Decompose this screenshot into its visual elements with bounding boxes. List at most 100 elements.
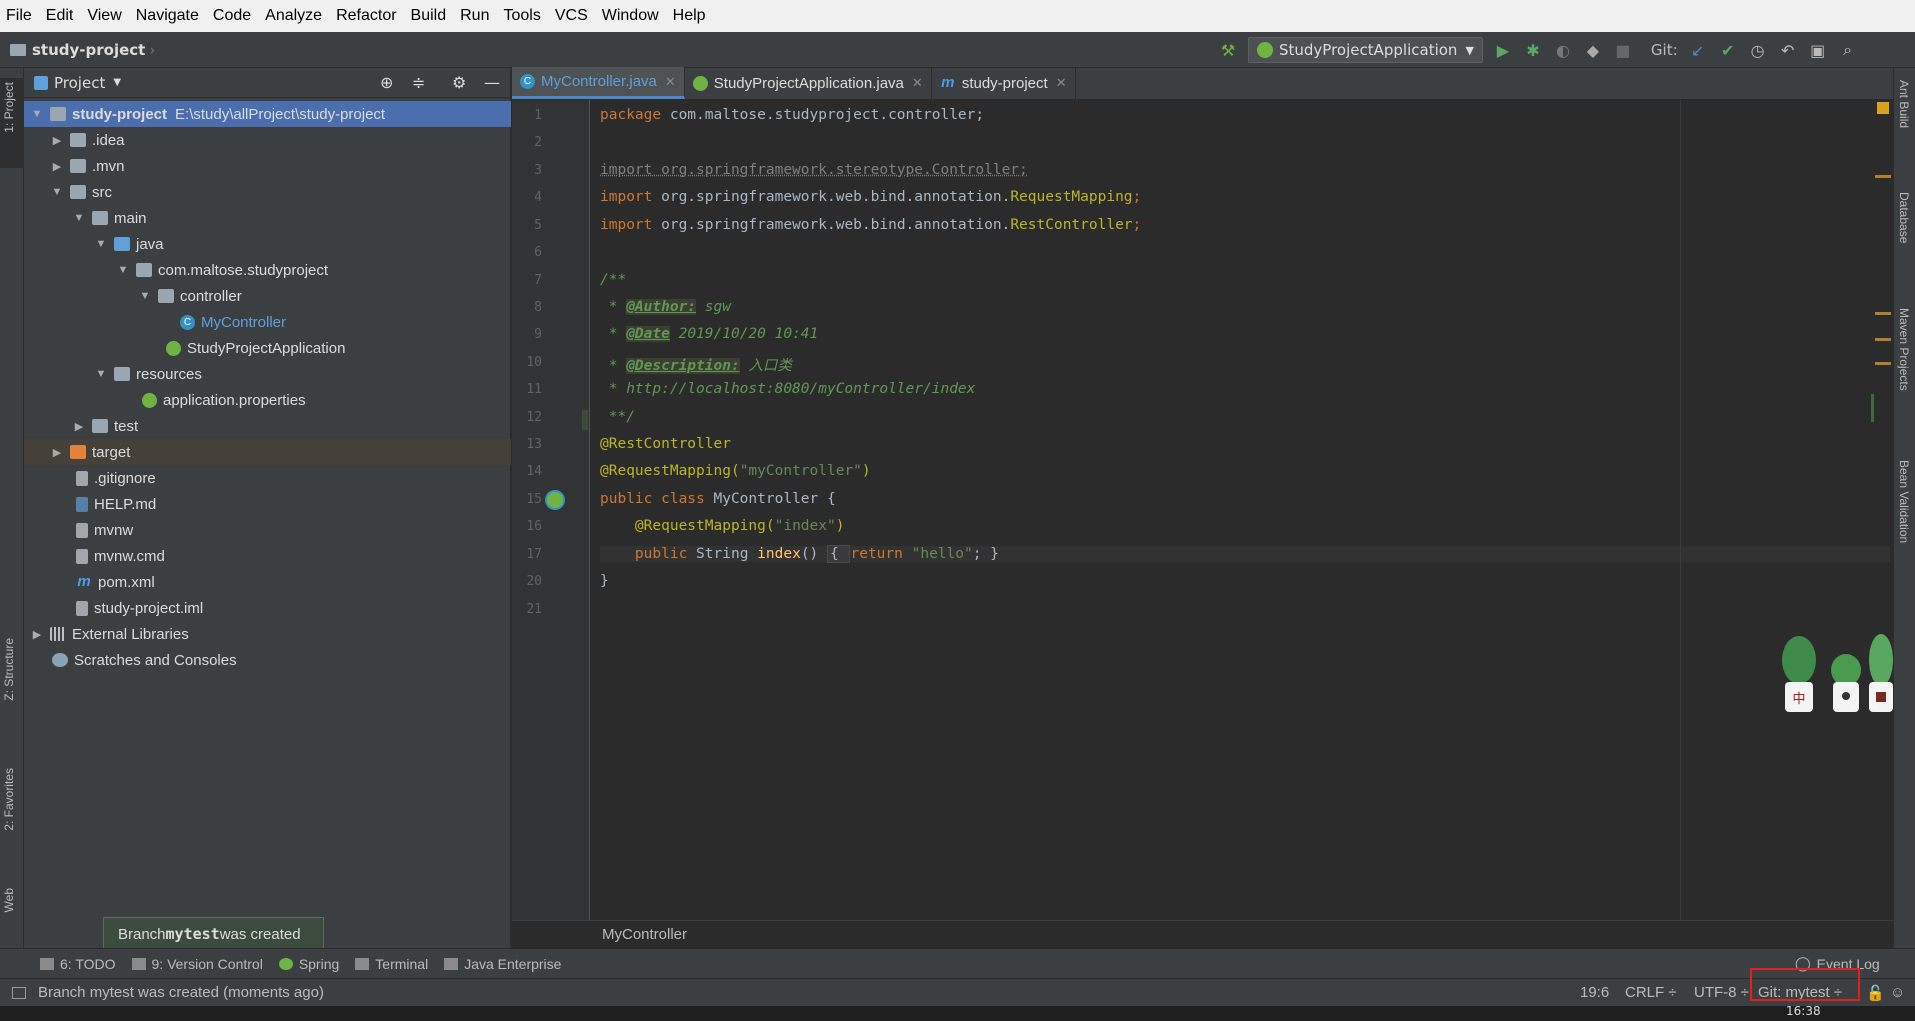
menu-navigate[interactable]: Navigate: [136, 7, 199, 25]
tree-item-idea[interactable]: ▶ .idea: [24, 127, 511, 153]
tree-item-application-class[interactable]: StudyProjectApplication: [24, 335, 511, 361]
menu-vcs[interactable]: VCS: [555, 7, 588, 25]
expand-arrow-icon[interactable]: ▼: [72, 212, 86, 224]
file-encoding[interactable]: UTF-8 ÷: [1694, 984, 1749, 1001]
expand-arrow-icon[interactable]: ▶: [50, 134, 64, 147]
tree-item-test[interactable]: ▶ test: [24, 413, 511, 439]
menu-window[interactable]: Window: [602, 7, 659, 25]
hide-icon[interactable]: —: [484, 73, 500, 92]
tool-java-enterprise[interactable]: Java Enterprise: [444, 956, 561, 972]
tree-item-mvnw-cmd[interactable]: mvnw.cmd: [24, 543, 511, 569]
spring-bean-gutter-icon[interactable]: [545, 490, 565, 510]
gear-icon[interactable]: ⚙: [452, 73, 466, 92]
tree-item-app-properties[interactable]: application.properties: [24, 387, 511, 413]
coverage-icon[interactable]: ◐: [1553, 40, 1573, 60]
tool-terminal[interactable]: Terminal: [355, 956, 428, 972]
tree-item-package[interactable]: ▼ com.maltose.studyproject: [24, 257, 511, 283]
tree-item-iml[interactable]: study-project.iml: [24, 595, 511, 621]
collapse-all-icon[interactable]: ≑: [412, 73, 425, 92]
expand-arrow-icon[interactable]: ▶: [50, 446, 64, 459]
toggle-tool-windows-icon[interactable]: [12, 986, 26, 999]
tab-favorites[interactable]: 2: Favorites: [2, 768, 16, 831]
menu-view[interactable]: View: [87, 7, 121, 25]
menu-tools[interactable]: Tools: [503, 7, 540, 25]
expand-arrow-icon[interactable]: ▼: [30, 108, 44, 120]
project-panel-title[interactable]: Project: [54, 74, 105, 92]
error-stripe-mark[interactable]: [1875, 175, 1891, 178]
tab-mycontroller[interactable]: C MyController.java ✕: [512, 67, 685, 99]
breadcrumb-project[interactable]: study-project: [32, 41, 145, 59]
menu-code[interactable]: Code: [213, 7, 251, 25]
debug-icon[interactable]: ✱: [1523, 40, 1543, 60]
git-update-icon[interactable]: ↙: [1688, 40, 1708, 60]
expand-arrow-icon[interactable]: ▼: [138, 290, 152, 302]
stop-icon[interactable]: ■: [1613, 40, 1633, 60]
error-stripe-mark[interactable]: [1875, 338, 1891, 341]
tool-spring[interactable]: Spring: [278, 956, 339, 972]
git-commit-icon[interactable]: ✔: [1718, 40, 1738, 60]
expand-arrow-icon[interactable]: ▼: [94, 238, 108, 250]
tab-maven[interactable]: Maven Projects: [1897, 308, 1911, 391]
tool-version-control[interactable]: 9: Version Control: [131, 956, 263, 972]
tree-item-mvn[interactable]: ▶ .mvn: [24, 153, 511, 179]
tree-item-src[interactable]: ▼ src: [24, 179, 511, 205]
tree-item-java[interactable]: ▼ java: [24, 231, 511, 257]
warning-indicator[interactable]: [1877, 102, 1889, 114]
tree-item-pom[interactable]: m pom.xml: [24, 569, 511, 595]
menu-analyze[interactable]: Analyze: [265, 7, 322, 25]
tree-item-target[interactable]: ▶ target: [24, 439, 511, 465]
expand-arrow-icon[interactable]: ▶: [30, 628, 44, 641]
expand-arrow-icon[interactable]: ▶: [50, 160, 64, 173]
hammer-icon[interactable]: ⚒: [1218, 40, 1238, 60]
run-config-select[interactable]: StudyProjectApplication ▼: [1248, 37, 1483, 63]
tab-web[interactable]: Web: [2, 888, 16, 912]
search-icon[interactable]: ⌕: [1838, 40, 1858, 60]
inspector-icon[interactable]: ☺: [1890, 984, 1905, 1001]
menu-refactor[interactable]: Refactor: [336, 7, 396, 25]
project-structure-icon[interactable]: ▣: [1808, 40, 1828, 60]
error-stripe-mark[interactable]: [1875, 362, 1891, 365]
breadcrumb[interactable]: study-project ›: [10, 41, 155, 59]
status-message[interactable]: Branch mytest was created (moments ago): [38, 984, 324, 1001]
tab-ant-build[interactable]: Ant Build: [1897, 80, 1911, 128]
tree-item-main[interactable]: ▼ main: [24, 205, 511, 231]
scroll-marker[interactable]: [1871, 394, 1874, 422]
tab-project[interactable]: 1: Project: [2, 82, 16, 133]
menu-run[interactable]: Run: [460, 7, 489, 25]
error-stripe-mark[interactable]: [1875, 312, 1891, 315]
tree-item-help-md[interactable]: HELP.md: [24, 491, 511, 517]
code-editor[interactable]: package com.maltose.studyproject.control…: [591, 100, 1891, 928]
tree-item-controller[interactable]: ▼ controller: [24, 283, 511, 309]
tree-item-mycontroller[interactable]: C MyController: [24, 309, 511, 335]
expand-arrow-icon[interactable]: ▼: [94, 368, 108, 380]
tab-study-project-pom[interactable]: m study-project ✕: [932, 67, 1076, 99]
menu-edit[interactable]: Edit: [46, 7, 74, 25]
dropdown-arrow-icon[interactable]: ▼: [113, 77, 121, 88]
tree-item-resources[interactable]: ▼ resources: [24, 361, 511, 387]
expand-arrow-icon[interactable]: ▶: [72, 420, 86, 433]
locate-icon[interactable]: ⊕: [380, 73, 393, 92]
tree-item-gitignore[interactable]: .gitignore: [24, 465, 511, 491]
tab-studyprojectapplication[interactable]: StudyProjectApplication.java ✕: [685, 67, 932, 99]
lock-icon[interactable]: 🔓: [1866, 984, 1885, 1002]
expand-arrow-icon[interactable]: ▼: [116, 264, 130, 276]
breadcrumb-item[interactable]: MyController: [602, 926, 687, 943]
line-separator[interactable]: CRLF ÷: [1625, 984, 1677, 1001]
close-icon[interactable]: ✕: [665, 74, 676, 90]
profile-icon[interactable]: ◆: [1583, 40, 1603, 60]
close-icon[interactable]: ✕: [1056, 75, 1067, 91]
tab-structure[interactable]: Z: Structure: [2, 638, 16, 701]
tree-item-mvnw[interactable]: mvnw: [24, 517, 511, 543]
menu-build[interactable]: Build: [411, 7, 447, 25]
git-revert-icon[interactable]: ↶: [1778, 40, 1798, 60]
tree-item-scratches[interactable]: Scratches and Consoles: [24, 647, 511, 673]
tool-todo[interactable]: 6: TODO: [40, 956, 116, 972]
menu-file[interactable]: File: [6, 7, 32, 25]
run-icon[interactable]: ▶: [1493, 40, 1513, 60]
tree-item-project-root[interactable]: ▼ study-project E:\study\allProject\stud…: [24, 101, 511, 127]
caret-position[interactable]: 19:6: [1580, 984, 1609, 1001]
folded-region[interactable]: {: [827, 545, 851, 563]
expand-arrow-icon[interactable]: ▼: [50, 186, 64, 198]
menu-help[interactable]: Help: [673, 7, 706, 25]
git-history-icon[interactable]: ◷: [1748, 40, 1768, 60]
